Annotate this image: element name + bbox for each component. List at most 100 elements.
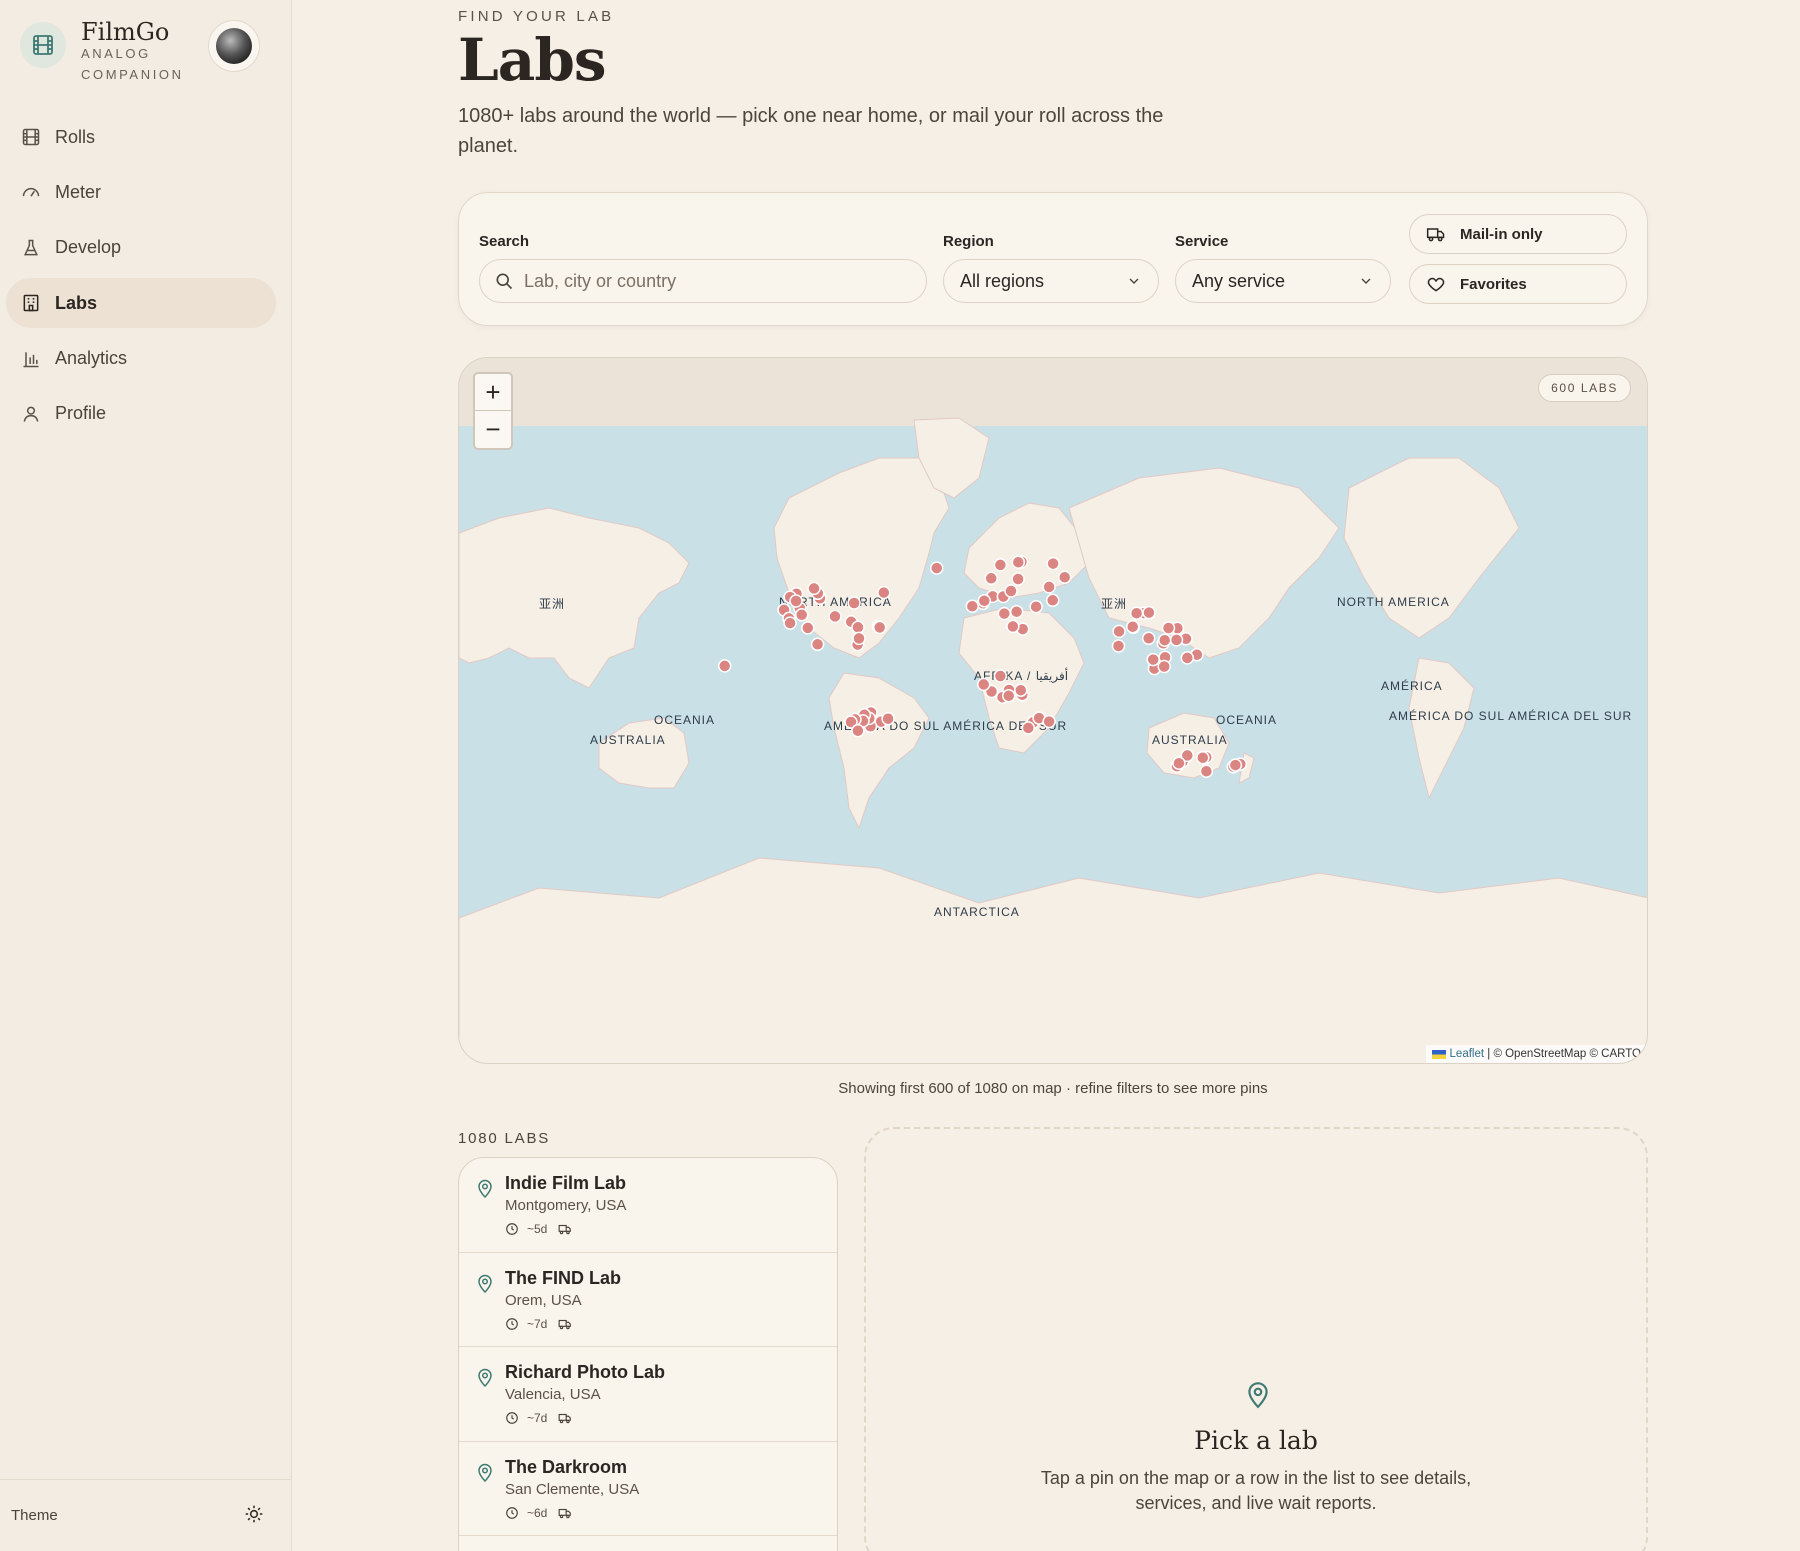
map-pin[interactable] — [1001, 689, 1016, 703]
map-pin[interactable] — [789, 594, 803, 608]
map-pin[interactable] — [1172, 756, 1186, 770]
map-pin[interactable] — [794, 608, 809, 622]
sidebar-item-label: Develop — [55, 237, 122, 258]
sidebar-item-label: Analytics — [55, 348, 128, 369]
map-pin[interactable] — [847, 596, 861, 610]
map-pin[interactable] — [828, 609, 842, 624]
map-pin[interactable] — [717, 659, 732, 673]
sun-icon[interactable] — [244, 1504, 264, 1528]
lab-turnaround: ~7d — [527, 1411, 548, 1425]
map-pin[interactable] — [984, 571, 998, 586]
map-pin[interactable] — [1042, 580, 1056, 594]
service-select-value: Any service — [1192, 270, 1286, 291]
leaflet-link[interactable]: Leaflet — [1450, 1048, 1485, 1060]
map-pin[interactable] — [1157, 659, 1171, 674]
lab-location: San Clemente, USA — [505, 1480, 640, 1498]
zoom-out-button[interactable]: − — [475, 411, 511, 448]
sidebar-item-rolls[interactable]: Rolls — [6, 112, 276, 162]
service-select[interactable]: Any service — [1175, 259, 1391, 303]
sidebar-item-labs[interactable]: Labs — [6, 278, 276, 329]
map-pin[interactable] — [1111, 639, 1126, 653]
map-pin[interactable] — [1157, 633, 1172, 647]
film-logo-icon — [20, 22, 66, 68]
sidebar-item-analytics[interactable]: Analytics — [6, 334, 276, 384]
lab-name: Richard Photo Lab — [505, 1362, 666, 1382]
favorites-toggle[interactable]: Favorites — [1409, 264, 1627, 304]
map-pin[interactable] — [851, 723, 865, 738]
map-pin[interactable] — [1009, 604, 1024, 619]
map-pin[interactable] — [1228, 758, 1243, 772]
sidebar-item-profile[interactable]: Profile — [6, 389, 276, 439]
map-pin[interactable] — [1180, 651, 1195, 665]
mail-in-toggle[interactable]: Mail-in only — [1409, 214, 1627, 254]
labs-map[interactable]: 亚洲 OCEANIA AUSTRALIA NORTH AMERICA AMÉRI… — [458, 357, 1648, 1064]
map-pin[interactable] — [1011, 572, 1025, 586]
list-item[interactable]: Richard Photo Lab Valencia, USA ~7d — [459, 1347, 837, 1442]
map-pin[interactable] — [1042, 714, 1056, 729]
map-pin[interactable] — [1004, 584, 1018, 598]
truck-icon — [557, 1222, 573, 1236]
lab-turnaround: ~7d — [527, 1316, 548, 1331]
map-pin[interactable] — [965, 599, 980, 613]
map-pin[interactable] — [977, 594, 992, 608]
map-pin[interactable] — [852, 631, 866, 646]
map-pin[interactable] — [1142, 605, 1156, 620]
avatar[interactable] — [208, 20, 260, 72]
world-map[interactable]: 亚洲 OCEANIA AUSTRALIA NORTH AMERICA AMÉRI… — [459, 358, 1648, 1064]
map-pin[interactable] — [881, 711, 895, 726]
map-pin[interactable] — [929, 561, 944, 575]
map-pin[interactable] — [1021, 721, 1036, 735]
map-pin[interactable] — [810, 637, 825, 652]
map-pin[interactable] — [997, 606, 1012, 621]
search-icon — [494, 271, 514, 291]
map-pin[interactable] — [976, 677, 991, 692]
detail-text: Tap a pin on the map or a row in the lis… — [1040, 1468, 1472, 1513]
lab-meta: ~5d — [505, 1222, 573, 1236]
map-pin[interactable] — [1011, 555, 1026, 569]
map-pin[interactable] — [1129, 606, 1144, 620]
search-field[interactable] — [479, 259, 927, 303]
clock-icon — [505, 1411, 519, 1425]
map-pin[interactable] — [1196, 750, 1210, 765]
map-pin[interactable] — [877, 585, 891, 600]
map-pin[interactable] — [1029, 599, 1043, 614]
map-pin-icon — [1245, 1379, 1271, 1414]
map-pin[interactable] — [993, 669, 1008, 683]
lab-count-heading: 1080 LABS — [458, 1130, 551, 1147]
list-item[interactable]: The FIND Lab Orem, USA ~7d — [459, 1253, 837, 1347]
map-pin[interactable] — [1057, 570, 1072, 584]
gauge-icon — [20, 181, 42, 203]
map-pin[interactable] — [1141, 631, 1156, 646]
map-pin[interactable] — [1146, 652, 1160, 667]
brand[interactable]: FilmGo ANALOG COMPANION — [20, 18, 270, 88]
map-pin[interactable] — [1125, 619, 1140, 634]
map-pin[interactable] — [1112, 624, 1126, 639]
map-label-america-right: AMÉRICA — [1381, 678, 1443, 693]
map-pin[interactable] — [807, 581, 821, 596]
map-pin[interactable] — [851, 620, 865, 635]
map-pin[interactable] — [783, 616, 797, 630]
sidebar-item-meter[interactable]: Meter — [6, 167, 276, 217]
lab-list: Indie Film Lab Montgomery, USA ~5d The F… — [458, 1157, 838, 1551]
map-pin[interactable] — [1006, 619, 1020, 634]
map-pin[interactable] — [1199, 764, 1214, 778]
list-item[interactable]: Indie Film Lab Montgomery, USA ~5d — [459, 1158, 837, 1253]
favorites-label: Favorites — [1460, 275, 1527, 293]
map-pin[interactable] — [1045, 593, 1060, 608]
sidebar-item-develop[interactable]: Develop — [6, 223, 276, 273]
map-pin[interactable] — [872, 620, 887, 635]
map-pin[interactable] — [801, 621, 815, 635]
search-input[interactable] — [524, 270, 904, 292]
map-pin[interactable] — [1046, 556, 1060, 571]
zoom-in-button[interactable]: + — [475, 374, 511, 411]
map-pin[interactable] — [1169, 633, 1184, 647]
chevron-down-icon — [1358, 273, 1374, 289]
bar-chart-icon — [20, 348, 42, 370]
region-select[interactable]: All regions — [943, 259, 1159, 303]
brand-name: FilmGo — [81, 18, 170, 46]
map-pin[interactable] — [993, 558, 1008, 572]
map-pin[interactable] — [1014, 683, 1028, 697]
service-label: Service — [1175, 233, 1229, 250]
map-pin[interactable] — [1161, 621, 1176, 635]
list-item[interactable]: The Darkroom San Clemente, USA ~6d — [459, 1442, 837, 1536]
